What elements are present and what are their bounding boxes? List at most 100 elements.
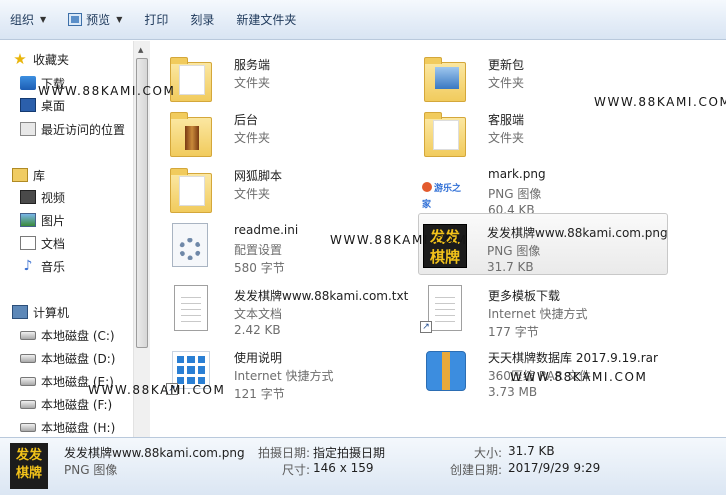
file-item[interactable]: 网狐脚本 文件夹 <box>166 157 416 219</box>
new-folder-label: 新建文件夹 <box>236 13 297 27</box>
organize-label: 组织 <box>10 13 35 27</box>
music-note-icon: ♪ <box>23 258 33 274</box>
nav-desktop-label: 桌面 <box>41 98 66 113</box>
nav-pictures[interactable]: 图片 <box>20 209 65 231</box>
size-label: 大小: <box>474 446 503 460</box>
file-name: readme.ini <box>234 223 299 237</box>
folder-icon <box>420 107 470 157</box>
navigation-scrollbar[interactable]: ▲ <box>133 41 150 437</box>
picture-icon <box>20 213 36 227</box>
computer-icon <box>12 305 28 319</box>
desktop-icon <box>20 98 36 112</box>
text-file-icon <box>166 283 216 333</box>
drive-icon <box>20 422 36 432</box>
download-icon <box>20 76 36 90</box>
chevron-down-icon: ▼ <box>40 15 47 24</box>
file-item[interactable]: 发发棋牌www.88kami.com.txt 文本文档 2.42 KB <box>166 277 416 339</box>
file-type: PNG 图像 <box>488 187 542 201</box>
file-type: PNG 图像 <box>487 244 541 258</box>
preview-icon <box>68 13 83 26</box>
watermark: WWW.88KAMI.COM <box>88 383 226 397</box>
nav-libraries-label: 库 <box>33 168 46 183</box>
nav-recent[interactable]: 最近访问的位置 <box>20 118 125 140</box>
nav-favorites[interactable]: ★ 收藏夹 <box>12 48 69 70</box>
internet-shortcut-icon: ↗ <box>420 283 470 333</box>
file-name: 使用说明 <box>234 351 283 365</box>
command-bar: 组织 ▼ 预览 ▼ 打印 刻录 新建文件夹 <box>0 0 726 40</box>
dimensions-label: 尺寸: <box>282 463 311 477</box>
file-type: 文件夹 <box>488 76 525 90</box>
nav-pictures-label: 图片 <box>41 213 66 228</box>
details-pane: 发发 棋牌 发发棋牌www.88kami.com.png PNG 图像 拍摄日期:… <box>0 437 726 495</box>
drive-icon <box>20 399 36 409</box>
file-size: 31.7 KB <box>487 260 534 274</box>
nav-libraries[interactable]: 库 <box>12 164 45 186</box>
settings-file-icon <box>166 219 216 269</box>
file-type: Internet 快捷方式 <box>488 307 588 321</box>
nav-videos-label: 视频 <box>41 190 66 205</box>
nav-documents-label: 文档 <box>41 236 66 251</box>
new-folder-button[interactable]: 新建文件夹 <box>230 8 302 32</box>
navigation-pane: ★ 收藏夹 下载 桌面 最近访问的位置 库 视频 图片 文档 ♪ 音乐 计算机 … <box>0 41 133 437</box>
organize-button[interactable]: 组织 ▼ <box>4 8 52 32</box>
burn-label: 刻录 <box>190 13 215 27</box>
drive-icon <box>20 330 36 340</box>
selected-file-thumbnail: 发发 棋牌 <box>10 443 48 489</box>
file-size: 2.42 KB <box>234 323 281 337</box>
file-size: 3.73 MB <box>488 385 538 399</box>
nav-disk-d-label: 本地磁盘 (D:) <box>41 351 116 366</box>
preview-label: 预览 <box>86 13 111 27</box>
file-name: 更新包 <box>488 58 525 72</box>
file-size: 177 字节 <box>488 325 539 339</box>
chevron-down-icon: ▼ <box>116 15 123 24</box>
file-type: 文件夹 <box>234 131 271 145</box>
burn-button[interactable]: 刻录 <box>184 8 220 32</box>
nav-videos[interactable]: 视频 <box>20 186 65 208</box>
file-size: 121 字节 <box>234 387 285 401</box>
nav-computer[interactable]: 计算机 <box>12 301 69 323</box>
nav-recent-label: 最近访问的位置 <box>41 122 126 137</box>
scroll-up-arrow-icon[interactable]: ▲ <box>138 46 143 54</box>
file-item[interactable]: 服务端 文件夹 <box>166 46 416 108</box>
nav-music[interactable]: ♪ 音乐 <box>20 255 65 277</box>
file-item[interactable]: 后台 文件夹 <box>166 101 416 163</box>
file-item[interactable]: ↗ 更多模板下载 Internet 快捷方式 177 字节 <box>420 277 670 339</box>
file-name: 发发棋牌www.88kami.com.png <box>487 226 668 240</box>
image-file-icon: 游乐之家 <box>420 163 470 213</box>
nav-disk-d[interactable]: 本地磁盘 (D:) <box>20 347 115 369</box>
nav-documents[interactable]: 文档 <box>20 232 65 254</box>
document-icon <box>20 236 36 250</box>
print-button[interactable]: 打印 <box>138 8 174 32</box>
watermark: WWW.88KAMI.COM <box>594 95 726 109</box>
nav-disk-h[interactable]: 本地磁盘 (H:) <box>20 416 115 437</box>
file-name: 网狐脚本 <box>234 169 283 183</box>
file-name: 发发棋牌www.88kami.com.txt <box>234 289 409 303</box>
created-date-value: 2017/9/29 9:29 <box>508 461 601 475</box>
file-type: 配置设置 <box>234 243 283 257</box>
file-item[interactable]: 客服端 文件夹 <box>420 101 670 163</box>
watermark: WWW.88KAMI.COM <box>510 370 648 384</box>
file-size: 580 字节 <box>234 261 285 275</box>
nav-disk-c[interactable]: 本地磁盘 (C:) <box>20 324 115 346</box>
file-item[interactable]: 游乐之家 mark.png PNG 图像 60.4 KB <box>420 157 670 219</box>
file-type: 文本文档 <box>234 307 283 321</box>
file-name: 客服端 <box>488 113 525 127</box>
created-date-label: 创建日期: <box>450 463 503 477</box>
folder-icon <box>166 163 216 213</box>
archive-icon <box>420 345 470 395</box>
watermark: WWW.88KAMI.COM <box>38 84 176 98</box>
nav-disk-c-label: 本地磁盘 (C:) <box>41 328 115 343</box>
print-label: 打印 <box>144 13 169 27</box>
scrollbar-thumb[interactable] <box>136 58 148 348</box>
shot-date-value[interactable]: 指定拍摄日期 <box>313 444 385 461</box>
recent-places-icon <box>20 122 36 136</box>
nav-disk-f-label: 本地磁盘 (F:) <box>41 397 113 412</box>
shot-date-label: 拍摄日期: <box>258 446 311 460</box>
file-type: 文件夹 <box>488 131 525 145</box>
file-name: 更多模板下载 <box>488 289 561 303</box>
preview-button[interactable]: 预览 ▼ <box>62 8 128 32</box>
file-name: 后台 <box>234 113 259 127</box>
file-name: 服务端 <box>234 58 271 72</box>
nav-disk-h-label: 本地磁盘 (H:) <box>41 420 116 435</box>
video-icon <box>20 190 36 204</box>
